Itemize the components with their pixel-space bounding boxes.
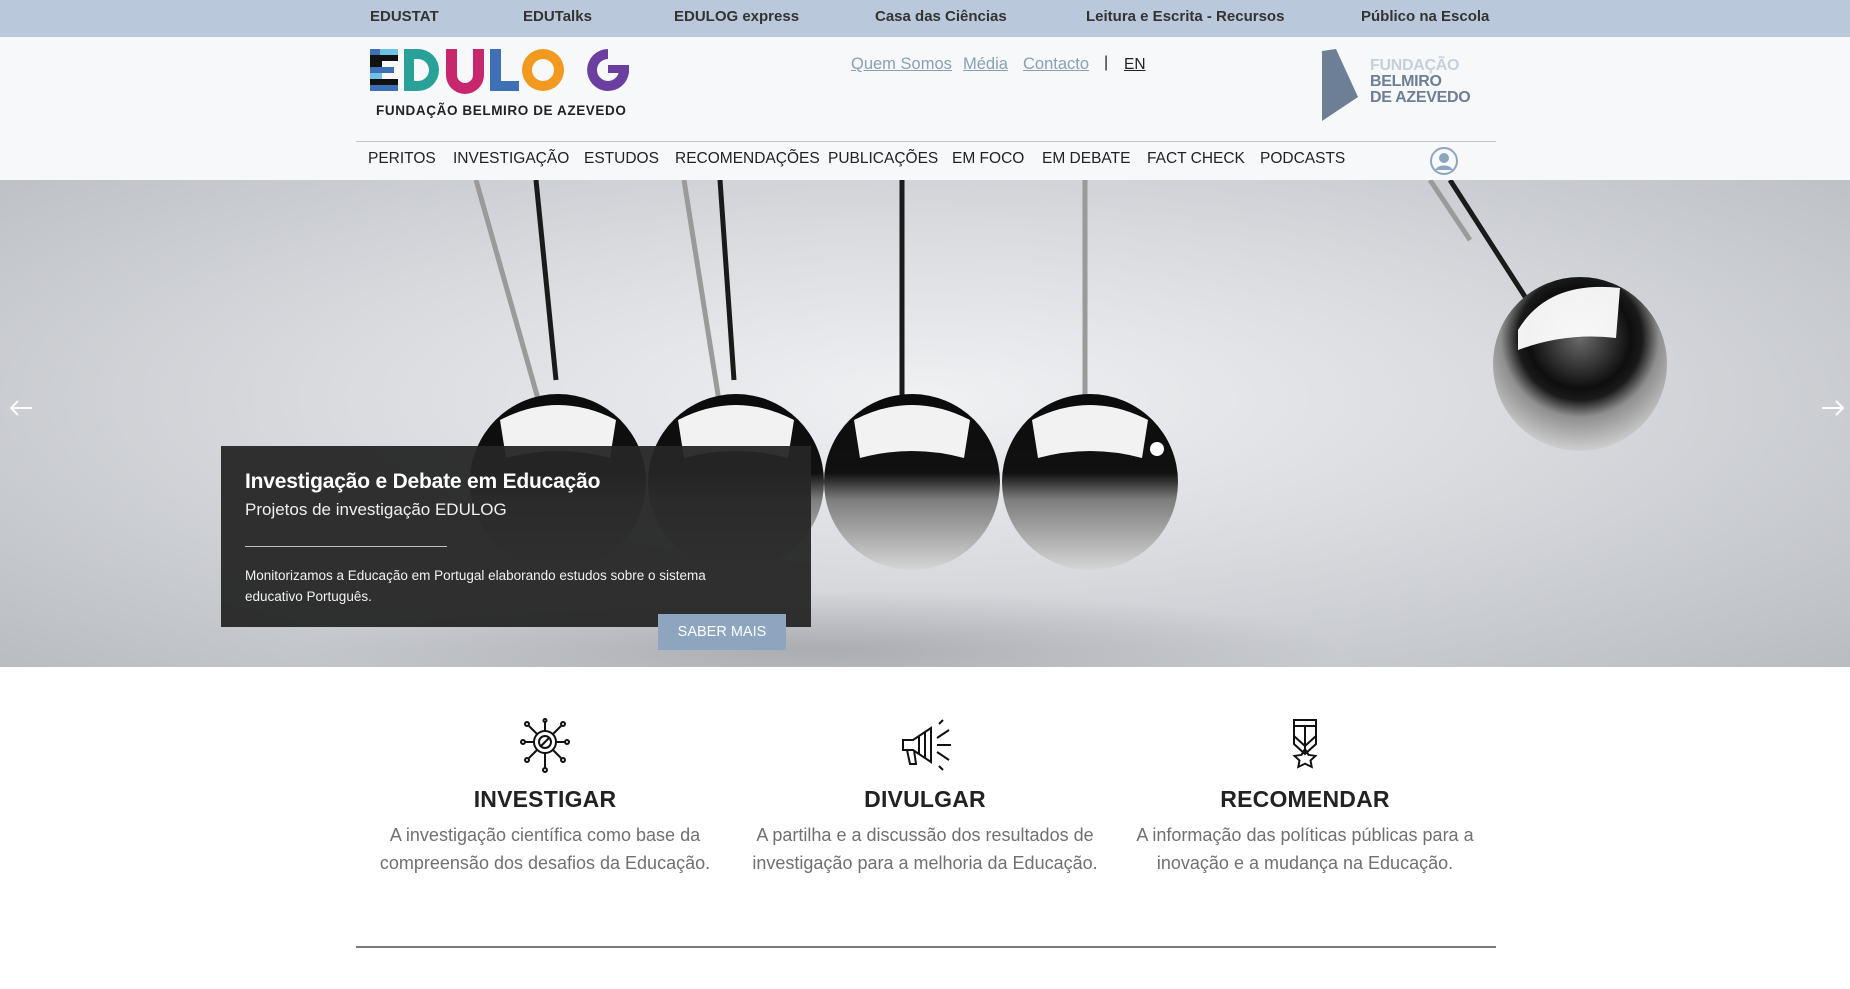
arrow-left-icon[interactable]	[8, 398, 34, 418]
topbar-link-edustat[interactable]: EDUSTAT	[370, 0, 439, 34]
header-divider	[356, 141, 1496, 142]
site-header: FUNDAÇÃO BELMIRO DE AZEVEDO Quem Somos M…	[0, 37, 1850, 180]
section-divider	[356, 946, 1496, 948]
topbar-link-leitura-e-escrita[interactable]: Leitura e Escrita - Recursos	[1086, 0, 1284, 34]
main-nav-peritos[interactable]: PERITOS	[368, 150, 436, 168]
arrow-right-icon[interactable]	[1820, 398, 1846, 418]
main-nav-investigacao[interactable]: INVESTIGAÇÃO	[453, 150, 569, 168]
nav-separator: |	[1104, 54, 1109, 71]
language-switch-en[interactable]: EN	[1124, 56, 1146, 74]
main-nav-publicacoes[interactable]: PUBLICAÇÕES	[828, 150, 938, 168]
hero-title: Investigação e Debate em Educação	[245, 470, 601, 493]
logo-subtitle: FUNDAÇÃO BELMIRO DE AZEVEDO	[376, 103, 627, 118]
main-nav-recomendacoes[interactable]: RECOMENDAÇÕES	[675, 150, 820, 168]
hero-description: Monitorizamos a Educação em Portugal ela…	[245, 568, 706, 604]
topbar-link-casa-das-ciencias[interactable]: Casa das Ciências	[875, 0, 1007, 34]
research-magnifier-icon	[520, 718, 570, 773]
hero-caption-divider	[245, 546, 447, 547]
main-nav-em-debate[interactable]: EM DEBATE	[1042, 150, 1130, 168]
hero-slider: Investigação e Debate em Educação Projet…	[0, 180, 1850, 667]
main-nav-estudos[interactable]: ESTUDOS	[584, 150, 659, 168]
top-utility-bar: EDUSTAT EDUTalks EDULOG express Casa das…	[0, 0, 1850, 37]
feature-title-investigar: INVESTIGAR	[473, 786, 617, 812]
feature-text-investigar: A investigação científica como base da c…	[379, 825, 711, 873]
main-nav-fact-check[interactable]: FACT CHECK	[1147, 150, 1245, 168]
feature-title-recomendar: RECOMENDAR	[1220, 786, 1390, 812]
feature-investigar: INVESTIGAR A investigação científica com…	[365, 718, 725, 877]
foundation-logo-line3: DE AZEVEDO	[1370, 89, 1471, 106]
feature-text-recomendar: A informação das políticas públicas para…	[1136, 825, 1474, 873]
feature-recomendar: RECOMENDAR A informação das políticas pú…	[1125, 718, 1485, 877]
main-nav-em-foco[interactable]: EM FOCO	[952, 150, 1024, 168]
medal-star-icon	[1292, 719, 1318, 769]
feature-divulgar: DIVULGAR A partilha e a discussão dos re…	[745, 718, 1105, 877]
topbar-link-publico-na-escola[interactable]: Público na Escola	[1361, 0, 1489, 34]
feature-title-divulgar: DIVULGAR	[864, 786, 986, 812]
feature-text-divulgar: A partilha e a discussão dos resultados …	[752, 825, 1098, 873]
topbar-link-edutalks[interactable]: EDUTalks	[523, 0, 592, 34]
nav-contacto[interactable]: Contacto	[1023, 55, 1089, 74]
nav-media[interactable]: Média	[963, 55, 1008, 74]
user-circle-icon[interactable]	[1430, 147, 1458, 175]
hero-subtitle: Projetos de investigação EDULOG	[245, 500, 507, 519]
main-nav-podcasts[interactable]: PODCASTS	[1260, 150, 1345, 168]
hero-caption-box: Investigação e Debate em Educação Projet…	[221, 446, 811, 650]
foundation-logo-line2: BELMIRO	[1370, 73, 1442, 90]
saber-mais-button[interactable]: SABER MAIS	[658, 614, 786, 650]
topbar-link-edulog-express[interactable]: EDULOG express	[674, 0, 799, 34]
nav-quem-somos[interactable]: Quem Somos	[851, 55, 952, 74]
megaphone-icon	[902, 719, 951, 771]
foundation-logo-line1: FUNDAÇÃO	[1370, 57, 1460, 74]
foundation-logo-mark	[1322, 49, 1358, 121]
